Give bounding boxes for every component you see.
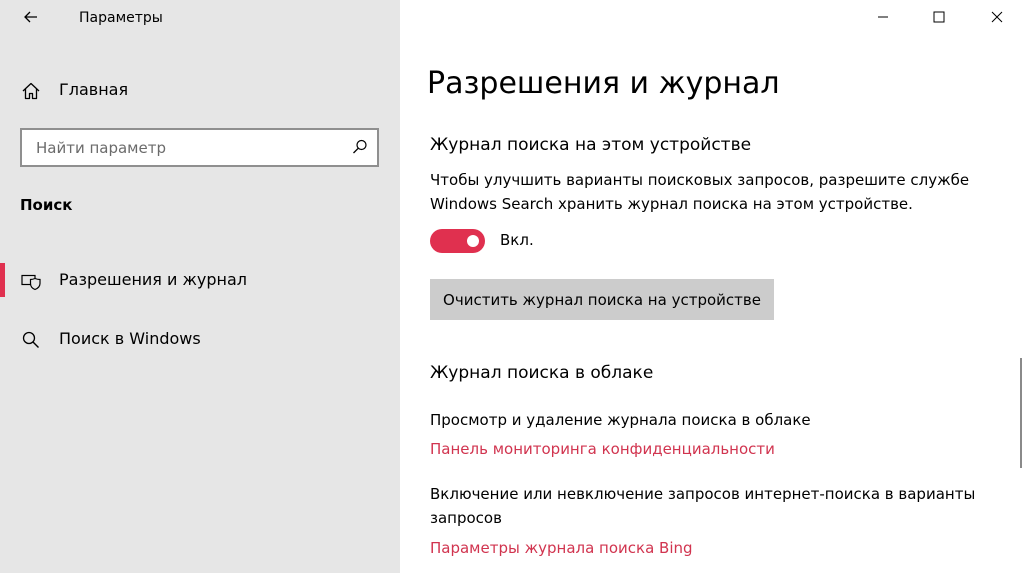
app-title: Параметры	[79, 10, 163, 26]
search-icon[interactable]	[351, 138, 369, 156]
main-content: Разрешения и журнал Журнал поиска на это…	[400, 0, 1024, 573]
maximize-icon	[933, 11, 945, 23]
cloud-history-heading: Журнал поиска в облаке	[430, 363, 654, 383]
search-input[interactable]	[22, 130, 342, 165]
toggle-state-label: Вкл.	[500, 231, 534, 249]
search-box	[20, 128, 379, 167]
toggle-knob	[467, 235, 479, 247]
search-icon	[20, 329, 42, 351]
close-icon	[991, 11, 1003, 23]
close-button[interactable]	[974, 0, 1020, 34]
device-history-description: Чтобы улучшить варианты поисковых запрос…	[430, 171, 970, 213]
shield-icon	[20, 270, 42, 292]
sidebar-item-home[interactable]: Главная	[0, 70, 400, 110]
privacy-dashboard-link[interactable]: Панель мониторинга конфиденциальности	[430, 440, 775, 458]
sidebar-section-title: Поиск	[20, 196, 73, 214]
home-icon	[20, 80, 42, 102]
cloud-history-view-text: Просмотр и удаление журнала поиска в обл…	[430, 411, 811, 429]
bing-history-settings-link[interactable]: Параметры журнала поиска Bing	[430, 539, 693, 557]
device-history-heading: Журнал поиска на этом устройстве	[430, 135, 752, 155]
maximize-button[interactable]	[916, 0, 962, 34]
back-button[interactable]	[20, 6, 42, 28]
sidebar: Параметры Главная Поиск Разрешения и жур…	[0, 0, 400, 573]
sidebar-item-search-windows[interactable]: Поиск в Windows	[0, 319, 400, 359]
clear-device-history-button[interactable]: Очистить журнал поиска на устройстве	[430, 279, 774, 320]
minimize-icon	[878, 16, 888, 18]
bing-history-text: Включение или невключение запросов интер…	[430, 485, 976, 527]
selected-indicator	[0, 263, 5, 297]
scrollbar[interactable]	[1020, 358, 1022, 468]
device-history-toggle[interactable]	[430, 229, 485, 253]
page-title: Разрешения и журнал	[427, 66, 780, 101]
sidebar-item-label: Главная	[59, 80, 129, 99]
sidebar-item-label: Разрешения и журнал	[59, 270, 248, 289]
minimize-button[interactable]	[860, 0, 906, 34]
back-arrow-icon	[24, 11, 37, 23]
sidebar-item-permissions[interactable]: Разрешения и журнал	[0, 260, 400, 300]
sidebar-item-label: Поиск в Windows	[59, 329, 201, 348]
